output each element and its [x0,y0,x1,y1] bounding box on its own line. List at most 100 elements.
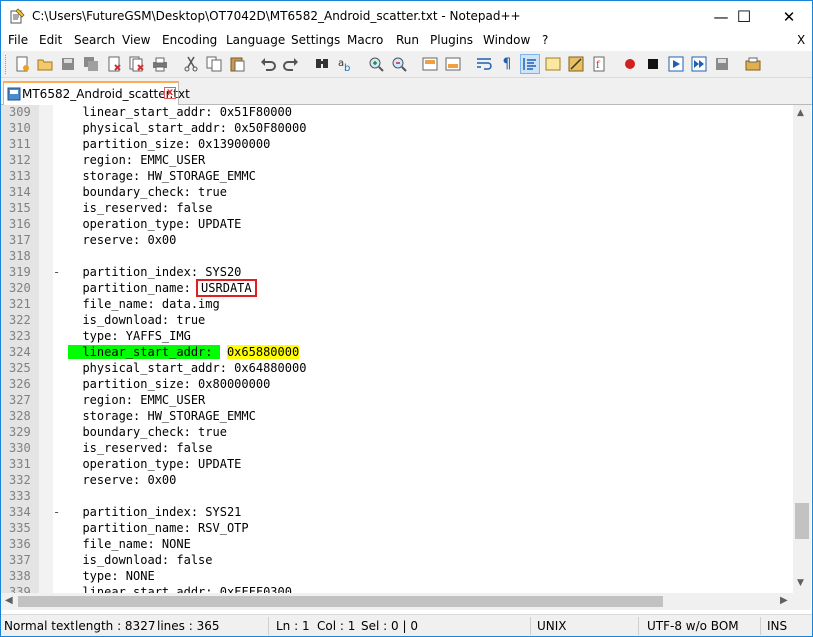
open-file-icon[interactable] [35,54,55,74]
code-line[interactable]: 337 is_download: false [1,552,794,568]
tab-scatter-file[interactable]: MT6582_Android_scatter.txt x [3,81,190,105]
sync-vertical-icon[interactable] [420,54,440,74]
menu-help[interactable]: ? [542,33,548,47]
title-bar[interactable]: C:\Users\FutureGSM\Desktop\OT7042D\MT658… [0,0,813,31]
line-number: 320 [9,281,31,295]
new-file-icon[interactable] [12,54,32,74]
save-icon[interactable] [58,54,78,74]
tab-close-icon[interactable]: x [164,87,176,99]
menu-run[interactable]: Run [396,33,419,47]
code-line[interactable]: 310 physical_start_addr: 0x50F80000 [1,120,794,136]
cut-icon[interactable] [181,54,201,74]
show-all-chars-icon[interactable]: ¶ [497,54,517,74]
vertical-scroll-thumb[interactable] [795,503,809,539]
code-text: reserve: 0x00 [68,233,177,247]
print-icon[interactable] [150,54,170,74]
code-line[interactable]: 330 is_reserved: false [1,440,794,456]
fold-marker-icon[interactable]: - [53,264,60,280]
code-line[interactable]: 318 [1,248,794,264]
plugin-icon[interactable] [743,54,763,74]
code-line[interactable]: 339 linear_start_addr: 0xFFFF0300 [1,584,794,593]
sync-horizontal-icon[interactable] [443,54,463,74]
code-line[interactable]: 324 linear_start_addr: 0x65880000 [1,344,794,360]
code-line[interactable]: 325 physical_start_addr: 0x64880000 [1,360,794,376]
toolbar-grip[interactable] [5,55,8,74]
code-line[interactable]: 323 type: YAFFS_IMG [1,328,794,344]
vertical-scrollbar[interactable]: ▲ ▼ [793,105,811,593]
save-macro-icon[interactable] [712,54,732,74]
scroll-down-icon[interactable]: ▼ [797,578,804,588]
menu-encoding[interactable]: Encoding [162,33,217,47]
record-macro-icon[interactable] [620,54,640,74]
code-line[interactable]: 321 file_name: data.img [1,296,794,312]
line-number: 326 [9,377,31,391]
scroll-up-icon[interactable]: ▲ [797,108,804,118]
copy-icon[interactable] [204,54,224,74]
menu-search[interactable]: Search [74,33,115,47]
code-line[interactable]: 313 storage: HW_STORAGE_EMMC [1,168,794,184]
doc-map-icon[interactable] [566,54,586,74]
menu-view[interactable]: View [122,33,150,47]
word-wrap-icon[interactable] [474,54,494,74]
code-line[interactable]: 333 [1,488,794,504]
code-line[interactable]: 314 boundary_check: true [1,184,794,200]
close-document-button[interactable]: X [797,33,805,47]
code-line[interactable]: 334 - partition_index: SYS21 [1,504,794,520]
code-line[interactable]: 327 region: EMMC_USER [1,392,794,408]
code-line[interactable]: 320 partition_name: USRDATA [1,279,794,297]
code-line[interactable]: 315 is_reserved: false [1,200,794,216]
maximize-button[interactable]: ☐ [721,1,767,32]
code-line[interactable]: 328 storage: HW_STORAGE_EMMC [1,408,794,424]
zoom-in-icon[interactable] [366,54,386,74]
find-icon[interactable] [312,54,332,74]
horizontal-scrollbar[interactable]: ◀ ▶ [1,593,794,610]
run-macro-multiple-icon[interactable] [689,54,709,74]
close-window-button[interactable]: ✕ [766,1,812,32]
indent-guide-icon[interactable] [520,54,540,74]
status-encoding: UTF-8 w/o BOM [647,619,739,633]
code-line[interactable]: 326 partition_size: 0x80000000 [1,376,794,392]
save-all-icon[interactable] [81,54,101,74]
line-number: 310 [9,121,31,135]
redo-icon[interactable] [281,54,301,74]
function-list-icon[interactable]: f [589,54,609,74]
code-text: boundary_check: true [68,185,227,199]
horizontal-scroll-thumb[interactable] [18,596,663,607]
code-line[interactable]: 335 partition_name: RSV_OTP [1,520,794,536]
code-line[interactable]: 312 region: EMMC_USER [1,152,794,168]
menu-language[interactable]: Language [226,33,285,47]
menu-settings[interactable]: Settings [291,33,340,47]
code-line[interactable]: 317 reserve: 0x00 [1,232,794,248]
play-macro-icon[interactable] [666,54,686,74]
menu-plugins[interactable]: Plugins [430,33,473,47]
close-file-icon[interactable] [104,54,124,74]
replace-icon[interactable]: ab [335,54,355,74]
code-line[interactable]: 319 - partition_index: SYS20 [1,264,794,280]
code-line[interactable]: 322 is_download: true [1,312,794,328]
code-line[interactable]: 309 linear_start_addr: 0x51F80000 [1,105,794,120]
code-line[interactable]: 316 operation_type: UPDATE [1,216,794,232]
undo-icon[interactable] [258,54,278,74]
status-separator [530,617,531,635]
paste-icon[interactable] [227,54,247,74]
menu-window[interactable]: Window [483,33,530,47]
code-text: file_name: NONE [68,537,191,551]
code-line[interactable]: 336 file_name: NONE [1,536,794,552]
menu-macro[interactable]: Macro [347,33,383,47]
udl-dialog-icon[interactable] [543,54,563,74]
close-all-icon[interactable] [127,54,147,74]
zoom-out-icon[interactable] [389,54,409,74]
editor-area[interactable]: 309 linear_start_addr: 0x51F80000 310 phy… [1,105,794,593]
line-number: 324 [9,345,31,359]
scroll-left-icon[interactable]: ◀ [5,595,13,606]
code-line[interactable]: 332 reserve: 0x00 [1,472,794,488]
code-line[interactable]: 329 boundary_check: true [1,424,794,440]
fold-marker-icon[interactable]: - [53,504,60,520]
menu-file[interactable]: File [8,33,28,47]
scroll-right-icon[interactable]: ▶ [780,595,788,606]
code-line[interactable]: 331 operation_type: UPDATE [1,456,794,472]
code-line[interactable]: 311 partition_size: 0x13900000 [1,136,794,152]
menu-edit[interactable]: Edit [39,33,62,47]
stop-macro-icon[interactable] [643,54,663,74]
code-line[interactable]: 338 type: NONE [1,568,794,584]
